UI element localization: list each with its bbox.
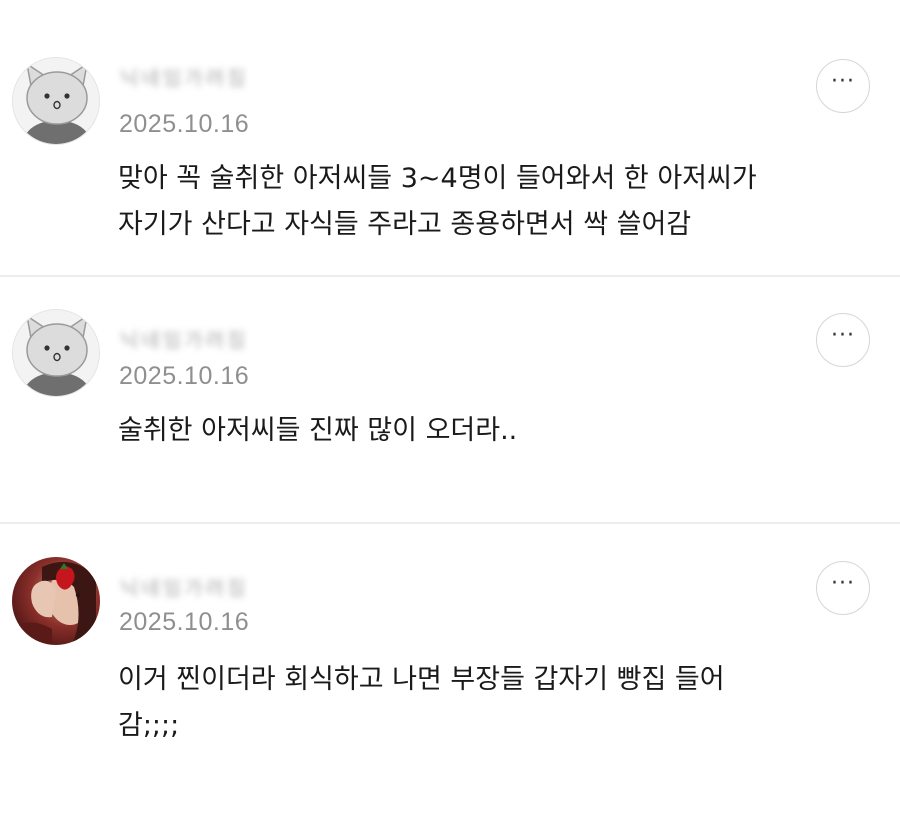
comment-date: 2025.10.16 xyxy=(119,362,250,390)
more-dots-icon: ··· xyxy=(831,571,855,596)
comment-item: 닉네임가려짐 2025.10.16 ··· 술취한 아저씨들 진짜 많이 오더라… xyxy=(0,277,900,522)
more-options-button[interactable]: ··· xyxy=(816,561,870,615)
cat-avatar-icon[interactable] xyxy=(12,57,100,145)
author-name-redacted[interactable]: 닉네임가려짐 xyxy=(120,572,248,600)
more-options-button[interactable]: ··· xyxy=(816,313,870,367)
author-name-redacted[interactable]: 닉네임가려짐 xyxy=(120,62,248,90)
cat-avatar-graphic xyxy=(13,310,99,396)
comment-date: 2025.10.16 xyxy=(119,110,250,138)
comment-text: 술취한 아저씨들 진짜 많이 오더라.. xyxy=(118,415,518,446)
cat-avatar-graphic xyxy=(13,58,99,144)
author-name-redacted[interactable]: 닉네임가려짐 xyxy=(120,324,248,352)
more-options-button[interactable]: ··· xyxy=(816,59,870,113)
comment-text: 맞아 꼭 술취한 아저씨들 3~4명이 들어와서 한 아저씨가 자기가 산다고 … xyxy=(118,163,757,240)
photo-avatar-graphic xyxy=(12,557,100,645)
cat-avatar-icon[interactable] xyxy=(12,309,100,397)
more-dots-icon: ··· xyxy=(831,323,855,348)
comment-date: 2025.10.16 xyxy=(119,608,250,636)
photo-avatar-icon[interactable] xyxy=(12,557,100,645)
comment-item: 닉네임가려짐 2025.10.16 ··· 이거 찐이더라 회식하고 나면 부장… xyxy=(0,524,900,816)
comment-text: 이거 찐이더라 회식하고 나면 부장들 갑자기 빵집 들어 감;;;; xyxy=(118,664,725,741)
more-dots-icon: ··· xyxy=(831,69,855,94)
comment-item: 닉네임가려짐 2025.10.16 ··· 맞아 꼭 술취한 아저씨들 3~4명… xyxy=(0,0,900,275)
